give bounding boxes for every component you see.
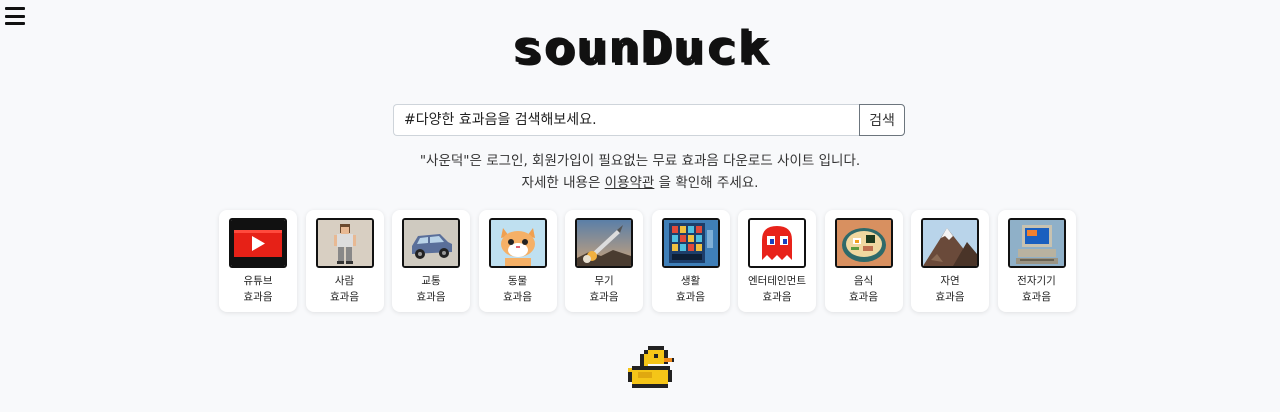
category-card-entertainment[interactable]: 엔터테인먼트 효과음 (738, 210, 816, 312)
category-name: 자연 (940, 275, 960, 287)
notice-line-1: "사운덕"은 로그인, 회원가입이 필요없는 무료 효과음 다운로드 사이트 입… (419, 153, 861, 169)
site-notice: "사운덕"은 로그인, 회원가입이 필요없는 무료 효과음 다운로드 사이트 입… (0, 150, 1280, 194)
category-sub: 효과음 (935, 291, 965, 303)
category-card-nature[interactable]: 자연 효과음 (911, 210, 989, 312)
ramen-icon (834, 218, 893, 268)
category-name: 엔터테인먼트 (748, 275, 806, 287)
missile-icon (575, 218, 633, 268)
category-list: 유튜브 효과음 사람 효과음 교통 효과음 동물 효과음 무기 효과음 생활 효… (219, 210, 1076, 312)
notice-prefix: 자세한 내용은 (521, 175, 605, 191)
search-input[interactable] (393, 104, 859, 136)
category-sub: 효과음 (762, 291, 792, 303)
category-sub: 효과음 (849, 291, 878, 303)
vending-machine-icon (661, 218, 720, 268)
category-sub: 효과음 (589, 291, 619, 303)
category-name: 동물 (507, 275, 528, 287)
category-card-animal[interactable]: 동물 효과음 (478, 210, 557, 312)
logo[interactable]: sounDuck (0, 22, 1280, 74)
category-sub: 효과음 (1022, 291, 1051, 303)
category-name: 음식 (853, 275, 874, 287)
category-name: 전자기기 (1017, 275, 1056, 287)
category-sub: 효과음 (243, 291, 273, 303)
category-card-electronics[interactable]: 전자기기 효과음 (997, 210, 1076, 312)
category-name: 생활 (680, 275, 701, 287)
cat-icon (488, 218, 547, 268)
category-name: 유튜브 (243, 275, 273, 287)
category-card-weapon[interactable]: 무기 효과음 (565, 210, 643, 312)
logo-text: sounDuck (510, 22, 770, 74)
computer-icon (1007, 218, 1066, 268)
search-button[interactable]: 검색 (859, 104, 905, 136)
notice-line-2: 자세한 내용은 이용약관 을 확인해 주세요. (0, 172, 1280, 194)
category-name: 사람 (334, 275, 355, 287)
category-sub: 효과음 (503, 291, 532, 303)
category-name: 무기 (594, 275, 614, 287)
category-card-person[interactable]: 사람 효과음 (305, 210, 384, 312)
category-card-youtube[interactable]: 유튜브 효과음 (219, 210, 297, 312)
category-card-life[interactable]: 생활 효과음 (651, 210, 730, 312)
mountain-icon (921, 218, 979, 268)
duck-mascot-icon (624, 344, 676, 392)
terms-link[interactable]: 이용약관 (605, 175, 655, 191)
category-card-food[interactable]: 음식 효과음 (824, 210, 903, 312)
pacman-ghost-icon (748, 218, 806, 268)
search-bar: 검색 (393, 104, 905, 136)
youtube-icon (229, 218, 287, 268)
person-icon (315, 218, 374, 268)
category-name: 교통 (421, 275, 441, 287)
category-sub: 효과음 (416, 291, 446, 303)
category-sub: 효과음 (676, 291, 705, 303)
car-icon (402, 218, 460, 268)
category-card-transport[interactable]: 교통 효과음 (392, 210, 470, 312)
category-sub: 효과음 (330, 291, 359, 303)
notice-suffix: 을 확인해 주세요. (654, 175, 759, 191)
